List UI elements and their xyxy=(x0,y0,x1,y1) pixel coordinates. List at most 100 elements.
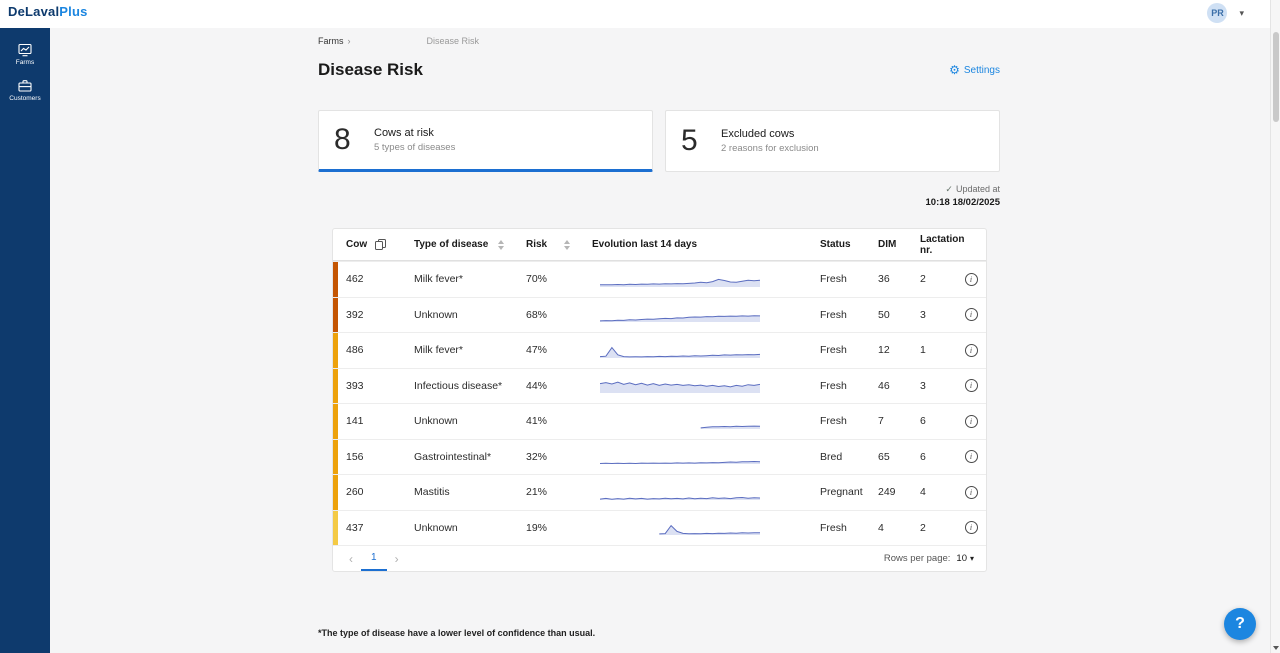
sparkline xyxy=(600,373,760,395)
cow-id: 437 xyxy=(338,522,402,534)
scrollbar-down-icon[interactable] xyxy=(1273,646,1279,650)
lactation-number: 3 xyxy=(908,380,956,392)
table-row[interactable]: 156 Gastrointestinal* 32% Bred 65 6 i xyxy=(333,439,986,475)
card-title: Cows at risk xyxy=(374,127,455,139)
disease-type: Milk fever* xyxy=(402,344,514,356)
updated-timestamp: 10:18 18/02/2025 xyxy=(318,197,1000,208)
user-avatar[interactable]: PR xyxy=(1207,3,1227,23)
help-button[interactable]: ? xyxy=(1224,608,1256,640)
info-icon[interactable]: i xyxy=(965,273,978,286)
logo-plus: Plus xyxy=(59,4,87,19)
cow-status: Fresh xyxy=(808,344,866,356)
table-row[interactable]: 260 Mastitis 21% Pregnant 249 4 i xyxy=(333,474,986,510)
evolution-sparkline xyxy=(580,302,808,327)
farms-icon xyxy=(18,43,32,57)
cow-id: 462 xyxy=(338,273,402,285)
info-icon[interactable]: i xyxy=(965,379,978,392)
cow-status: Fresh xyxy=(808,380,866,392)
risk-percent: 47% xyxy=(514,344,580,356)
gear-icon: ⚙ xyxy=(949,64,960,76)
table-row[interactable]: 462 Milk fever* 70% Fresh 36 2 i xyxy=(333,261,986,297)
cow-status: Fresh xyxy=(808,309,866,321)
lactation-number: 3 xyxy=(908,309,956,321)
risk-percent: 41% xyxy=(514,415,580,427)
settings-label: Settings xyxy=(964,65,1000,76)
excluded-cows-count: 5 xyxy=(681,124,713,158)
copy-icon[interactable] xyxy=(375,239,386,250)
cow-id: 156 xyxy=(338,451,402,463)
info-icon[interactable]: i xyxy=(965,521,978,534)
table-row[interactable]: 141 Unknown 41% Fresh 7 6 i xyxy=(333,403,986,439)
sparkline xyxy=(600,444,760,466)
sparkline xyxy=(600,338,760,360)
sparkline xyxy=(600,515,760,537)
pagination: ‹ 1 › Rows per page: 10 ▾ xyxy=(333,545,986,571)
info-icon[interactable]: i xyxy=(965,486,978,499)
sort-icon[interactable] xyxy=(564,240,570,250)
app-logo[interactable]: DeLavalPlus xyxy=(8,4,88,19)
scrollbar-thumb[interactable] xyxy=(1273,32,1279,122)
page-number[interactable]: 1 xyxy=(361,546,387,571)
col-dim: DIM xyxy=(878,239,896,250)
rows-per-page-label: Rows per page: xyxy=(884,553,951,564)
risk-percent: 32% xyxy=(514,451,580,463)
cow-id: 260 xyxy=(338,486,402,498)
info-icon[interactable]: i xyxy=(965,344,978,357)
settings-button[interactable]: ⚙ Settings xyxy=(949,64,1000,76)
page-prev-icon[interactable]: ‹ xyxy=(341,552,361,566)
check-icon: ✓ xyxy=(945,184,953,194)
cow-status: Bred xyxy=(808,451,866,463)
risk-percent: 70% xyxy=(514,273,580,285)
table-row[interactable]: 392 Unknown 68% Fresh 50 3 i xyxy=(333,297,986,333)
tab-excluded-cows[interactable]: 5 Excluded cows 2 reasons for exclusion xyxy=(665,110,1000,172)
cow-id: 393 xyxy=(338,380,402,392)
page-next-icon[interactable]: › xyxy=(387,552,407,566)
account-chevron-down-icon[interactable]: ▾ xyxy=(1239,8,1244,19)
table-row[interactable]: 437 Unknown 19% Fresh 4 2 i xyxy=(333,510,986,546)
vertical-scrollbar[interactable] xyxy=(1270,0,1280,653)
breadcrumb-farms[interactable]: Farms xyxy=(318,36,344,46)
sparkline xyxy=(600,480,760,502)
dim-value: 7 xyxy=(866,415,908,427)
col-risk[interactable]: Risk xyxy=(526,239,547,250)
logo-delaval: DeLaval xyxy=(8,4,59,19)
card-title: Excluded cows xyxy=(721,128,819,140)
sparkline xyxy=(600,302,760,324)
dim-value: 12 xyxy=(866,344,908,356)
table-body: 462 Milk fever* 70% Fresh 36 2 i 392 Unk… xyxy=(333,261,986,545)
evolution-sparkline xyxy=(580,373,808,398)
dim-value: 249 xyxy=(866,486,908,498)
cow-id: 141 xyxy=(338,415,402,427)
sparkline xyxy=(600,267,760,289)
sidebar-item-farms[interactable]: Farms xyxy=(0,36,50,72)
cow-id: 486 xyxy=(338,344,402,356)
sort-icon[interactable] xyxy=(498,240,504,250)
evolution-sparkline xyxy=(580,409,808,434)
info-icon[interactable]: i xyxy=(965,450,978,463)
tab-cows-at-risk[interactable]: 8 Cows at risk 5 types of diseases xyxy=(318,110,653,172)
risk-percent: 68% xyxy=(514,309,580,321)
table-header: Cow Type of disease Risk Ev xyxy=(333,229,986,261)
col-lactation-nr: Lactation nr. xyxy=(920,234,964,256)
sidebar-item-label: Farms xyxy=(16,59,34,66)
info-icon[interactable]: i xyxy=(965,308,978,321)
sparkline xyxy=(600,409,760,431)
disease-type: Mastitis xyxy=(402,486,514,498)
evolution-sparkline xyxy=(580,444,808,469)
disease-footnote: *The type of disease have a lower level … xyxy=(318,628,1000,638)
sidebar: Farms Customers xyxy=(0,28,50,653)
rows-per-page-select[interactable]: 10 ▾ xyxy=(956,553,974,564)
lactation-number: 6 xyxy=(908,451,956,463)
col-type-of-disease[interactable]: Type of disease xyxy=(414,239,488,250)
disease-type: Infectious disease* xyxy=(402,380,514,392)
col-status: Status xyxy=(820,239,851,250)
col-cow[interactable]: Cow xyxy=(346,239,367,250)
cow-status: Fresh xyxy=(808,273,866,285)
card-subtitle: 5 types of diseases xyxy=(374,142,455,153)
info-icon[interactable]: i xyxy=(965,415,978,428)
table-row[interactable]: 393 Infectious disease* 44% Fresh 46 3 i xyxy=(333,368,986,404)
evolution-sparkline xyxy=(580,338,808,363)
disease-type: Unknown xyxy=(402,522,514,534)
table-row[interactable]: 486 Milk fever* 47% Fresh 12 1 i xyxy=(333,332,986,368)
sidebar-item-customers[interactable]: Customers xyxy=(0,72,50,108)
